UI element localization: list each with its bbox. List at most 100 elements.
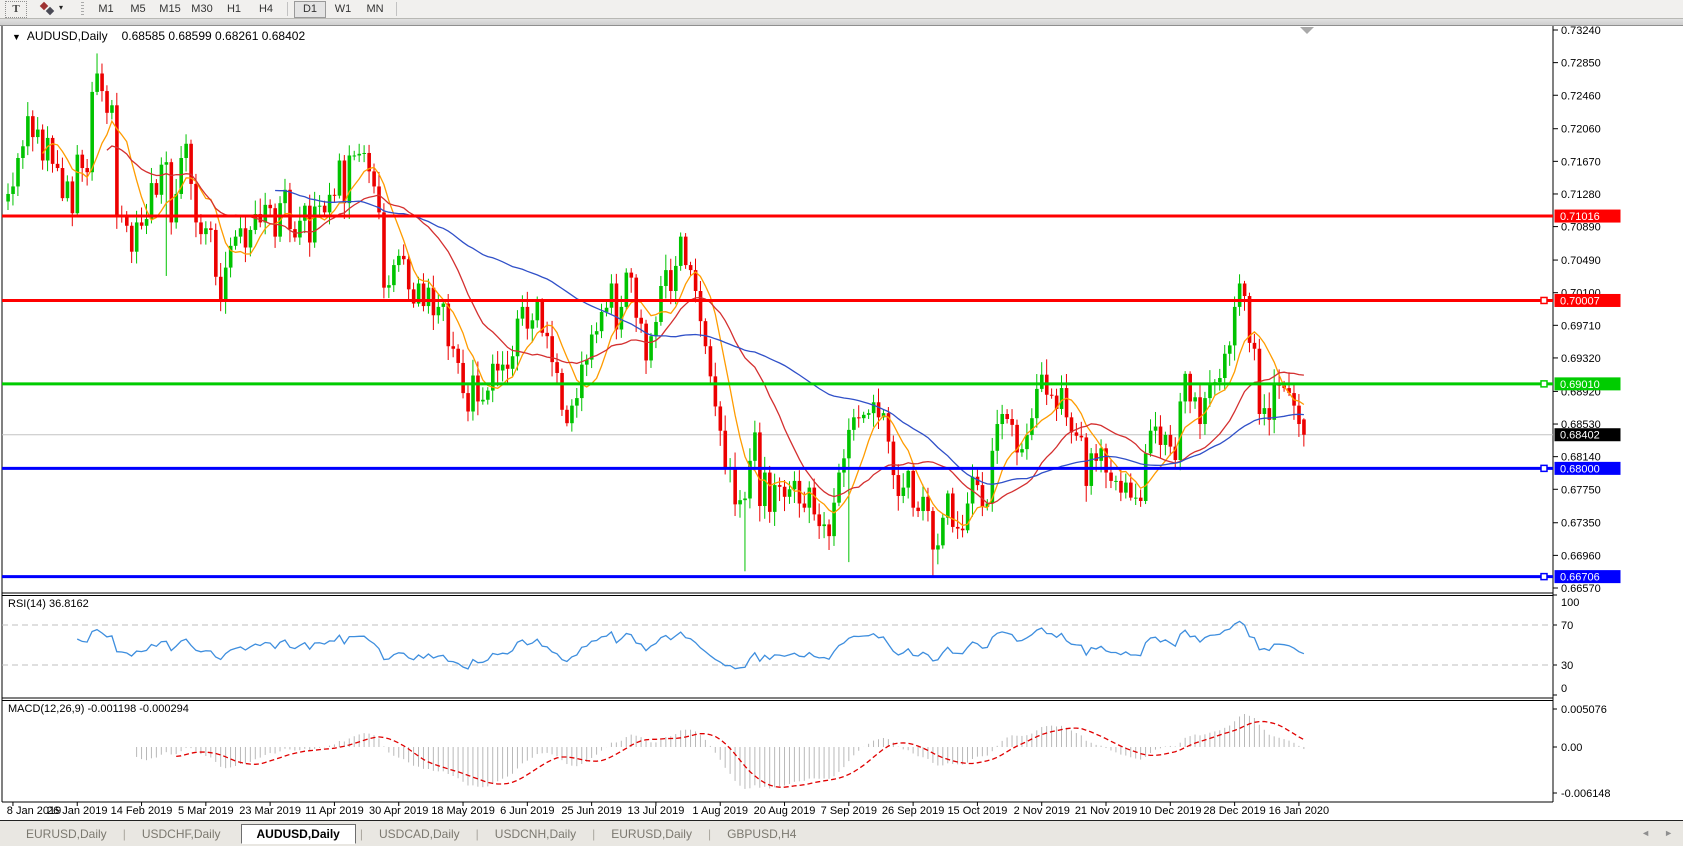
candle bbox=[501, 365, 505, 371]
timeframe-button-d1[interactable]: D1 bbox=[294, 1, 326, 18]
date-axis: 8 Jan 201926 Jan 201914 Feb 20195 Mar 20… bbox=[7, 802, 1329, 817]
price-tag-label: 0.68000 bbox=[1560, 463, 1600, 475]
candle bbox=[145, 219, 149, 226]
candle bbox=[783, 487, 787, 497]
candle bbox=[946, 493, 950, 517]
candle bbox=[209, 228, 213, 230]
candle bbox=[298, 221, 302, 238]
candle bbox=[214, 230, 218, 277]
price-tag-label: 0.68402 bbox=[1560, 430, 1600, 442]
candle bbox=[689, 265, 693, 270]
candle bbox=[817, 514, 821, 526]
candle bbox=[615, 283, 619, 329]
price-axis-label: 0.70890 bbox=[1561, 222, 1601, 234]
timeframe-button-m1[interactable]: M1 bbox=[91, 2, 121, 17]
timeframe-button-mn[interactable]: MN bbox=[360, 2, 390, 17]
date-axis-label: 21 Nov 2019 bbox=[1075, 805, 1137, 817]
candle bbox=[234, 237, 238, 246]
candle bbox=[511, 356, 515, 369]
price-axis-label: 0.71670 bbox=[1561, 156, 1601, 168]
candle bbox=[56, 164, 60, 168]
ma-lines bbox=[43, 121, 1304, 525]
tab-usdcnh-daily[interactable]: USDCNH,Daily bbox=[479, 827, 592, 841]
hline-handle[interactable] bbox=[1541, 574, 1547, 580]
candle bbox=[1020, 449, 1024, 452]
candle bbox=[21, 146, 25, 158]
tab-audusd-daily[interactable]: AUDUSD,Daily bbox=[241, 824, 356, 844]
candle bbox=[536, 301, 540, 320]
candle bbox=[1243, 283, 1247, 296]
candle bbox=[738, 500, 742, 504]
date-axis-label: 26 Jan 2019 bbox=[47, 805, 108, 817]
candle bbox=[956, 527, 960, 529]
text-tool-button[interactable]: T bbox=[5, 1, 27, 18]
candle bbox=[1159, 427, 1163, 445]
timeframe-button-m5[interactable]: M5 bbox=[123, 2, 153, 17]
candle bbox=[1099, 448, 1103, 461]
hline-handle[interactable] bbox=[1541, 381, 1547, 387]
timeframe-button-w1[interactable]: W1 bbox=[328, 2, 358, 17]
candle bbox=[659, 286, 663, 322]
candle bbox=[684, 237, 688, 265]
price-axis-label: 0.66960 bbox=[1561, 550, 1601, 562]
date-axis-label: 13 Jul 2019 bbox=[627, 805, 684, 817]
candle bbox=[397, 256, 401, 265]
tab-eurusd-daily[interactable]: EURUSD,Daily bbox=[10, 827, 123, 841]
tab-usdcad-daily[interactable]: USDCAD,Daily bbox=[363, 827, 476, 841]
date-axis-label: 6 Jun 2019 bbox=[500, 805, 554, 817]
candle bbox=[387, 285, 391, 288]
candle bbox=[263, 205, 267, 223]
candle bbox=[90, 92, 94, 172]
candle bbox=[496, 364, 500, 371]
candle bbox=[1060, 388, 1064, 409]
candle bbox=[456, 349, 460, 363]
price-tag-label: 0.71016 bbox=[1560, 211, 1600, 223]
toolbar-separator bbox=[287, 2, 288, 16]
candle bbox=[679, 237, 683, 266]
timeframe-button-h1[interactable]: H1 bbox=[219, 2, 249, 17]
date-axis-label: 18 May 2019 bbox=[431, 805, 495, 817]
date-axis-label: 30 Apr 2019 bbox=[369, 805, 428, 817]
candle bbox=[941, 518, 945, 546]
chart-title: ▼AUDUSD,Daily0.68585 0.68599 0.68261 0.6… bbox=[12, 29, 305, 43]
candle bbox=[649, 336, 653, 360]
tab-eurusd-daily[interactable]: EURUSD,Daily bbox=[595, 827, 708, 841]
candle bbox=[827, 524, 831, 536]
rsi-axis-label: 0 bbox=[1561, 683, 1567, 695]
candle bbox=[1164, 435, 1168, 445]
hline-handle[interactable] bbox=[1541, 465, 1547, 471]
tab-usdchf-daily[interactable]: USDCHF,Daily bbox=[126, 827, 237, 841]
candle bbox=[847, 430, 851, 458]
candle bbox=[476, 376, 480, 402]
candle bbox=[812, 488, 816, 515]
candle bbox=[1218, 378, 1222, 382]
collapse-arrow-icon[interactable]: ▼ bbox=[12, 32, 21, 42]
hline-handle[interactable] bbox=[1541, 297, 1547, 303]
candle bbox=[580, 365, 584, 398]
macd-axis-label: 0.005076 bbox=[1561, 704, 1607, 716]
candle bbox=[160, 165, 164, 195]
candle bbox=[1263, 408, 1267, 414]
tab-scroll-left-icon[interactable]: ◄ bbox=[1641, 827, 1650, 839]
candle bbox=[852, 417, 856, 430]
candle bbox=[170, 162, 174, 222]
rsi-axis-label: 30 bbox=[1561, 660, 1573, 672]
tab-gbpusd-h4[interactable]: GBPUSD,H4 bbox=[711, 827, 812, 841]
chart-scroll-strip[interactable] bbox=[0, 19, 1683, 26]
timeframe-button-m15[interactable]: M15 bbox=[155, 2, 185, 17]
timeframe-button-h4[interactable]: H4 bbox=[251, 2, 281, 17]
timeframe-button-m30[interactable]: M30 bbox=[187, 2, 217, 17]
candle bbox=[1119, 481, 1123, 493]
candle bbox=[333, 195, 337, 196]
chart-shift-marker[interactable] bbox=[1300, 27, 1314, 34]
candle bbox=[471, 376, 475, 412]
chart-style-button[interactable]: ▾ bbox=[37, 1, 71, 17]
macd-name: MACD(12,26,9) bbox=[8, 703, 84, 715]
candle bbox=[422, 283, 426, 306]
candle bbox=[877, 402, 881, 417]
candle bbox=[268, 205, 272, 208]
candle bbox=[1134, 498, 1138, 499]
candle bbox=[1302, 419, 1306, 434]
candle bbox=[1005, 414, 1009, 419]
tab-scroll-right-icon[interactable]: ► bbox=[1664, 827, 1673, 839]
